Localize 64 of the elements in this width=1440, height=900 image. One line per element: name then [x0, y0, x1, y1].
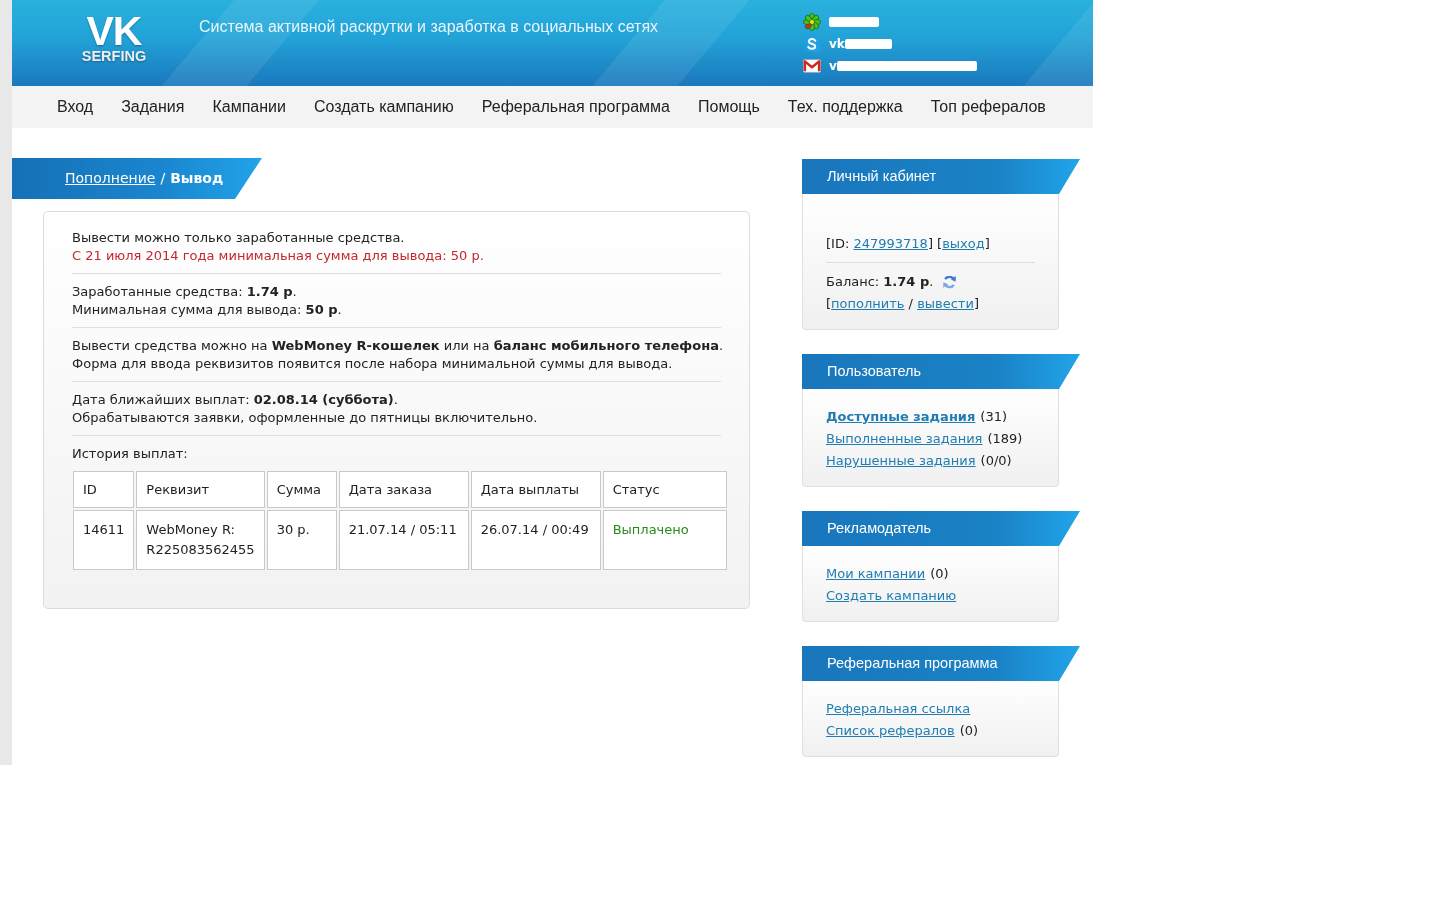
- breadcrumb-link[interactable]: Пополнение: [65, 168, 156, 189]
- count-label: (31): [980, 408, 1007, 426]
- contact-text: v: [829, 59, 837, 73]
- table-cell: 30 р.: [266, 510, 337, 570]
- table-cell: 26.07.14 / 00:49: [470, 510, 601, 570]
- account-link[interactable]: выход: [942, 236, 985, 251]
- nav-link[interactable]: Задания: [121, 95, 185, 119]
- sidebar-link[interactable]: Реферальная ссылка: [826, 698, 971, 720]
- balance-text: Баланс: 1.74 р.: [826, 273, 934, 291]
- contact-text: vk: [829, 37, 845, 51]
- mail-icon: [803, 59, 821, 73]
- column-header: Дата выплаты: [470, 471, 601, 508]
- info-text: Обрабатываются заявки, оформленные до пятницы включительно.: [72, 409, 539, 427]
- info-text: Минимальная сумма для вывода: 50 р.: [72, 301, 343, 319]
- count-label: (0): [930, 565, 949, 583]
- column-header: Реквизит: [136, 471, 265, 508]
- account-id-line: [ID: 247993718] [выход]: [826, 235, 991, 253]
- nav-link[interactable]: Создать кампанию: [313, 95, 454, 119]
- nav-link[interactable]: Реферальная программа: [481, 95, 670, 119]
- table-cell: 21.07.14 / 05:11: [338, 510, 469, 570]
- flower-icon: [803, 13, 821, 31]
- count-label: (189): [987, 430, 1023, 448]
- table-cell: WebMoney R: R225083562455: [136, 510, 265, 570]
- history-title: История выплат:: [72, 445, 189, 463]
- panel-header: Рекламодатель: [802, 511, 1080, 546]
- panel-header: Пользователь: [802, 354, 1080, 389]
- sidebar-link[interactable]: Список рефералов: [826, 720, 955, 742]
- table-cell: 14611: [73, 510, 135, 570]
- nav-link[interactable]: Кампании: [212, 95, 286, 119]
- column-header: Дата заказа: [338, 471, 469, 508]
- info-text: Форма для ввода реквизитов появится после набора минимальной суммы для вывода.: [72, 355, 674, 373]
- sidebar-link[interactable]: Доступные задания: [826, 406, 976, 428]
- breadcrumb-separator: /: [160, 169, 166, 188]
- account-link[interactable]: 247993718: [853, 236, 928, 251]
- site-tagline: Система активной раскрутки и заработка в социальных сетях: [199, 17, 659, 37]
- nav-link[interactable]: Тех. поддержка: [787, 95, 903, 119]
- sidebar-link[interactable]: Нарушенные задания: [826, 450, 976, 472]
- nav-link[interactable]: Помощь: [698, 95, 760, 119]
- count-label: (0): [959, 722, 979, 740]
- sidebar-link[interactable]: Создать кампанию: [826, 585, 957, 607]
- account-link[interactable]: пополнить: [831, 296, 905, 311]
- table-cell: Выплачено: [602, 510, 727, 570]
- info-text: Дата ближайших выплат: 02.08.14 (суббота).: [72, 391, 399, 409]
- logo-title: VK: [86, 15, 142, 48]
- info-text: Заработанные средства: 1.74 р.: [72, 283, 298, 301]
- sidebar-link[interactable]: Выполненные задания: [826, 428, 983, 450]
- column-header: Статус: [602, 471, 727, 508]
- logo-subtitle: SERFING: [81, 48, 147, 65]
- nav-link[interactable]: Топ рефералов: [930, 95, 1046, 119]
- sidebar-link[interactable]: Мои кампании: [826, 563, 926, 585]
- count-label: (0/0): [980, 452, 1012, 470]
- nav-link[interactable]: Вход: [57, 95, 94, 119]
- info-text: Вывести средства можно на WebMoney R-кошелек или на баланс мобильного телефона.: [72, 337, 721, 355]
- account-link[interactable]: вывести: [917, 296, 974, 311]
- panel-header: Личный кабинет: [802, 159, 1080, 194]
- skype-icon: [803, 35, 821, 53]
- column-header: Сумма: [266, 471, 337, 508]
- info-text: Вывести можно только заработанные средства.: [72, 229, 406, 247]
- breadcrumb-current: Вывод: [170, 169, 224, 188]
- column-header: ID: [73, 471, 135, 508]
- panel-header: Реферальная программа: [802, 646, 1080, 681]
- balance-actions-line: [пополнить / вывести]: [826, 295, 980, 313]
- refresh-icon[interactable]: [943, 275, 957, 289]
- warning-text: С 21 июля 2014 года минимальная сумма для вывода: 50 р.: [72, 247, 485, 265]
